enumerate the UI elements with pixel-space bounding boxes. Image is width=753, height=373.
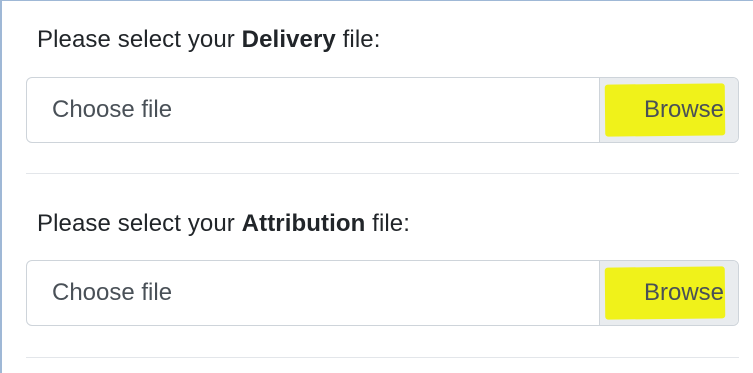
delivery-file-input[interactable]: Choose file Browse [26,77,739,143]
attribution-file-input[interactable]: Choose file Browse [26,260,739,326]
attribution-label-suffix: file: [365,210,411,237]
delivery-label-prefix: Please select your [37,26,242,53]
section-divider [26,173,739,174]
delivery-file-placeholder: Choose file [52,96,173,123]
attribution-label-prefix: Please select your [37,210,242,237]
section-divider [26,357,739,358]
delivery-label-suffix: file: [335,26,381,53]
attribution-file-label: Please select your Attribution file: [37,210,410,238]
attribution-file-placeholder: Choose file [52,279,173,306]
upload-form: Please select your Delivery file: Choose… [0,0,753,373]
delivery-browse-button[interactable]: Browse [599,78,738,142]
delivery-file-label: Please select your Delivery file: [37,26,381,54]
delivery-label-bold: Delivery [241,26,336,53]
attribution-browse-label: Browse [643,279,724,306]
attribution-label-bold: Attribution [241,210,366,237]
delivery-browse-label: Browse [643,96,724,123]
attribution-browse-button[interactable]: Browse [599,261,738,325]
